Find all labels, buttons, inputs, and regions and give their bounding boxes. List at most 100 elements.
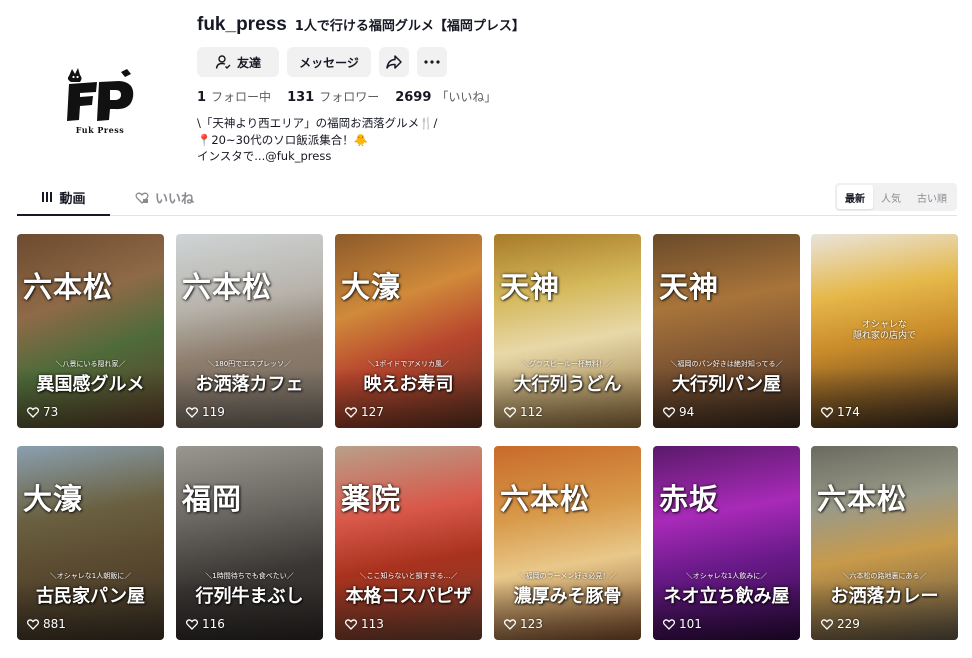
- profile-tabs: 動画 いいね 最新 人気 古い順: [17, 180, 957, 216]
- heart-outline-icon: [663, 406, 675, 418]
- video-headline: お洒落カレー: [830, 586, 939, 607]
- friend-button[interactable]: 友達: [197, 47, 279, 77]
- fuk-press-logo: Fuk Press: [63, 66, 137, 135]
- stat-label: 「いいね」: [436, 90, 497, 104]
- like-count-value: 116: [202, 617, 225, 631]
- video-like-count: 73: [27, 405, 58, 419]
- like-count-value: 94: [679, 405, 695, 419]
- stat-value: 131: [287, 90, 315, 105]
- username: fuk_press: [197, 14, 287, 35]
- grid-bars-icon: [42, 192, 53, 202]
- heart-outline-icon: [345, 406, 357, 418]
- video-like-count: 127: [345, 405, 384, 419]
- video-like-count: 94: [663, 405, 694, 419]
- heart-outline-icon: [27, 618, 39, 630]
- video-card[interactable]: 六本松 ＼180円でエスプレッソ／ お洒落カフェ 119: [176, 234, 323, 428]
- video-card[interactable]: 大濠 ＼オシャレな1人朝飯に／ 古民家パン屋 881: [17, 446, 164, 640]
- video-area-title: 大濠: [341, 270, 402, 304]
- like-count-value: 119: [202, 405, 225, 419]
- like-count-value: 127: [361, 405, 384, 419]
- profile-stats: 1 フォロー中 131 フォロワー 2699 「いいね」: [197, 88, 937, 105]
- video-headline: 行列牛まぶし: [195, 586, 304, 607]
- video-thumbnail-shade: [811, 368, 958, 428]
- video-grid: 六本松 ＼八景にいる隠れ家／ 異国感グルメ 73 六本松 ＼180円でエスプレッソ／ お洒落…: [17, 234, 958, 642]
- heart-outline-icon: [186, 618, 198, 630]
- video-area-title: 六本松: [182, 270, 273, 304]
- sort-latest[interactable]: 最新: [837, 185, 873, 209]
- like-count-value: 113: [361, 617, 384, 631]
- stat-value: 2699: [395, 90, 432, 105]
- video-card[interactable]: 六本松 ＼八景にいる隠れ家／ 異国感グルメ 73: [17, 234, 164, 428]
- like-count-value: 112: [520, 405, 543, 419]
- video-like-count: 229: [821, 617, 860, 631]
- video-like-count: 123: [504, 617, 543, 631]
- heart-outline-icon: [27, 406, 39, 418]
- video-card[interactable]: 大濠 ＼1ポイドでアメリカ風／ 映えお寿司 127: [335, 234, 482, 428]
- tab-videos-label: 動画: [59, 191, 86, 207]
- followers-count[interactable]: 131 フォロワー: [287, 88, 379, 105]
- logo-wordmark: Fuk Press: [75, 124, 125, 135]
- video-area-title: 薬院: [341, 482, 402, 516]
- video-headline: お洒落カフェ: [195, 374, 304, 395]
- heart-outline-icon: [504, 618, 516, 630]
- tab-likes[interactable]: いいね: [135, 180, 205, 215]
- video-like-count: 881: [27, 617, 66, 631]
- heart-outline-icon: [504, 406, 516, 418]
- friend-button-label: 友達: [236, 55, 261, 70]
- like-count-value: 123: [520, 617, 543, 631]
- heart-lock-icon: [135, 192, 149, 204]
- stat-label: フォロワー: [319, 90, 380, 104]
- video-area-title: 天神: [659, 270, 720, 304]
- video-card[interactable]: 薬院 ＼ここ知らないと損すぎる…／ 本格コスパピザ 113: [335, 446, 482, 640]
- video-card[interactable]: 天神 ＼グラスビール一杯無料！／ 大行列うどん 112: [494, 234, 641, 428]
- video-headline: 異国感グルメ: [36, 374, 145, 395]
- video-subtitle: ＼180円でエスプレッソ／: [207, 360, 292, 368]
- like-count-value: 73: [43, 405, 59, 419]
- video-headline: 大行列パン屋: [672, 374, 781, 395]
- sort-popular[interactable]: 人気: [873, 185, 909, 209]
- user-check-icon: [215, 55, 231, 69]
- share-button[interactable]: [379, 47, 409, 77]
- video-subtitle: ＼1時間待ちでも食べたい／: [205, 572, 294, 580]
- video-area-title: 赤坂: [659, 482, 720, 516]
- heart-outline-icon: [663, 618, 675, 630]
- profile-actions: 友達 メッセージ: [197, 47, 937, 77]
- video-like-count: 174: [821, 405, 860, 419]
- video-headline: ネオ立ち飲み屋: [663, 586, 790, 607]
- video-card[interactable]: 六本松 ＼福岡のラーメン好き必見！／ 濃厚みそ豚骨 123: [494, 446, 641, 640]
- likes-count: 2699 「いいね」: [395, 88, 496, 105]
- like-count-value: 101: [679, 617, 702, 631]
- video-subtitle: ＼八景にいる隠れ家／: [55, 360, 126, 368]
- profile-bio: \「天神より西エリア」の福岡お洒落グルメ🍴/ 📍20~30代のソロ飯派集合！🐥 …: [197, 116, 438, 163]
- video-area-title: 福岡: [182, 482, 243, 516]
- heart-outline-icon: [821, 618, 833, 630]
- video-like-count: 101: [663, 617, 702, 631]
- video-card[interactable]: 福岡 ＼1時間待ちでも食べたい／ 行列牛まぶし 116: [176, 446, 323, 640]
- video-headline: 濃厚みそ豚骨: [513, 586, 622, 607]
- video-area-title: 六本松: [817, 482, 908, 516]
- video-like-count: 113: [345, 617, 384, 631]
- fp-logo-icon: [67, 67, 134, 121]
- tab-videos[interactable]: 動画: [17, 180, 110, 216]
- video-card[interactable]: オシャレな 隠れ家の店内で 174: [811, 234, 958, 428]
- video-subtitle: ＼六本松の路地裏にある／: [842, 572, 927, 580]
- avatar[interactable]: Fuk Press: [22, 22, 178, 178]
- video-like-count: 112: [504, 405, 543, 419]
- video-like-count: 119: [186, 405, 225, 419]
- stat-label: フォロー中: [211, 90, 272, 104]
- video-headline: 本格コスパピザ: [345, 586, 472, 607]
- heart-outline-icon: [186, 406, 198, 418]
- video-area-title: 大濠: [23, 482, 84, 516]
- video-subtitle: ＼福岡のラーメン好き必見！／: [518, 572, 617, 580]
- video-card[interactable]: 六本松 ＼六本松の路地裏にある／ お洒落カレー 229: [811, 446, 958, 640]
- video-subtitle: ＼ここ知らないと損すぎる…／: [359, 572, 458, 580]
- profile-title-row: fuk_press 1人で行ける福岡グルメ【福岡プレス】: [197, 14, 937, 40]
- following-count[interactable]: 1 フォロー中: [197, 88, 271, 105]
- video-card[interactable]: 赤坂 ＼オシャレな1人飲みに／ ネオ立ち飲み屋 101: [653, 446, 800, 640]
- sort-oldest[interactable]: 古い順: [909, 185, 955, 209]
- heart-outline-icon: [345, 618, 357, 630]
- video-card[interactable]: 天神 ＼福岡のパン好きは絶対知ってる／ 大行列パン屋 94: [653, 234, 800, 428]
- more-button[interactable]: [417, 47, 447, 77]
- video-area-title: 天神: [500, 270, 561, 304]
- message-button[interactable]: メッセージ: [287, 47, 371, 77]
